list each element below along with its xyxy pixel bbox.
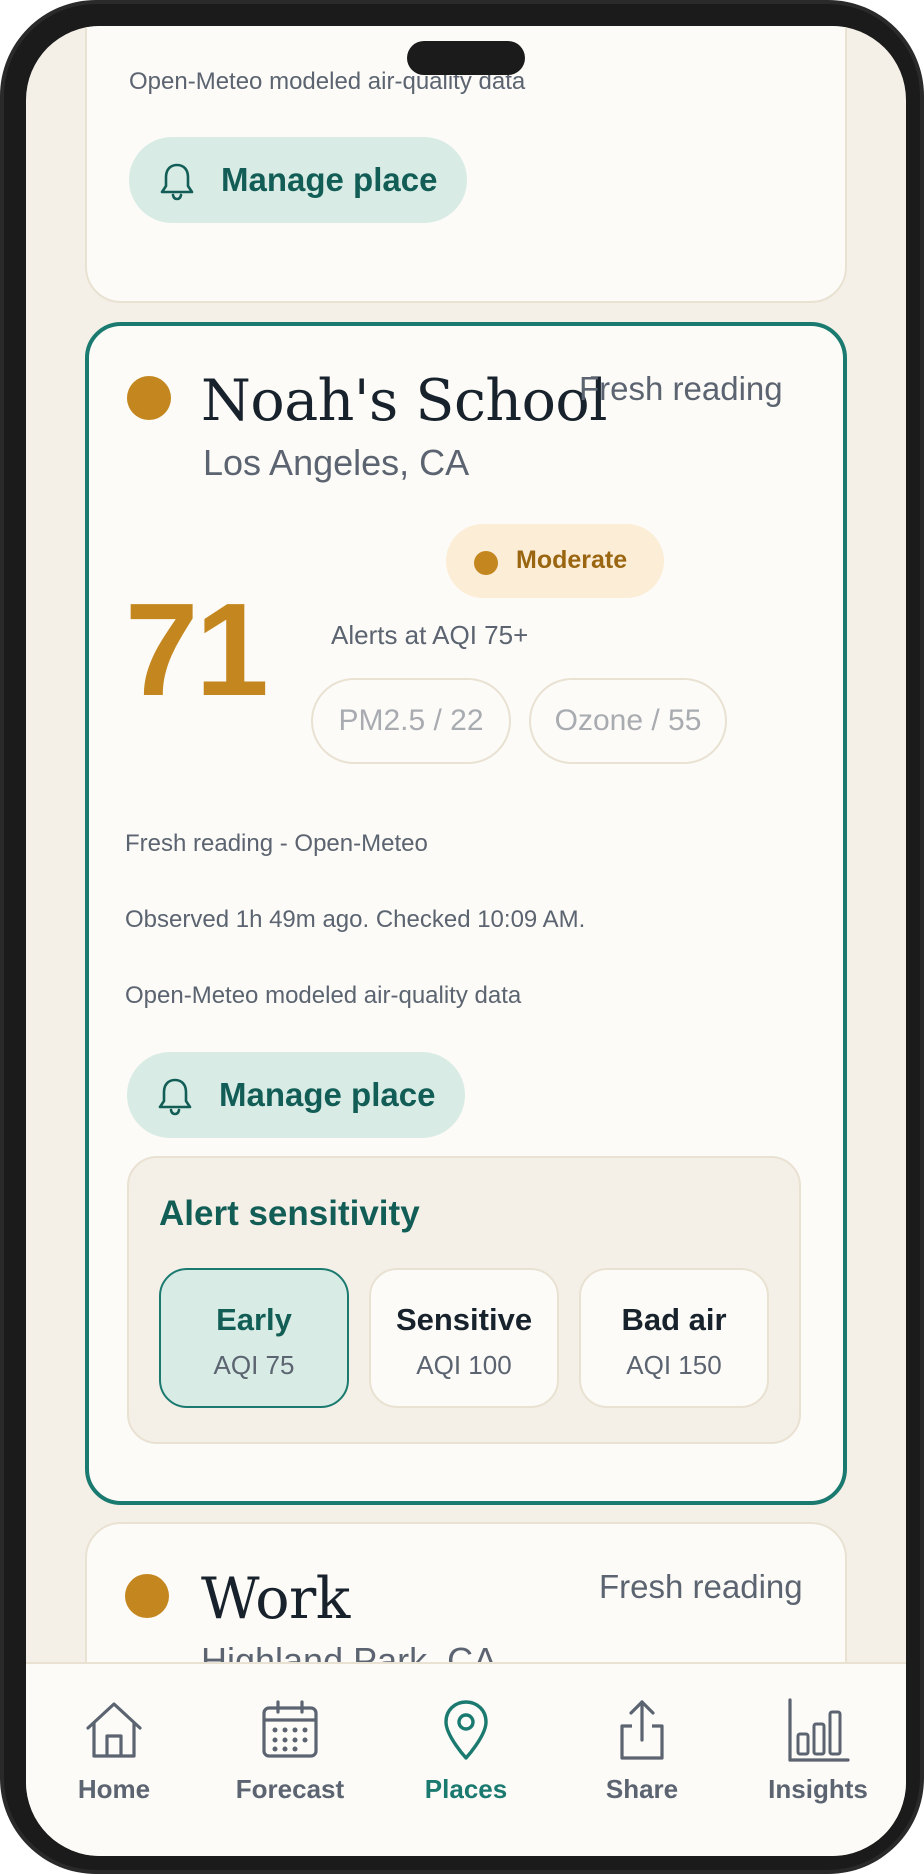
alert-sensitivity-panel: Alert sensitivity Early AQI 75 Sensitive… [127, 1156, 801, 1444]
manage-place-button[interactable]: Manage place [127, 1052, 465, 1138]
sensitivity-option-sensitive[interactable]: Sensitive AQI 100 [369, 1268, 559, 1408]
manage-place-button[interactable]: Manage place [129, 137, 467, 223]
alert-threshold: Alerts at AQI 75+ [331, 620, 529, 650]
home-icon [86, 1702, 142, 1758]
sensitivity-option-early[interactable]: Early AQI 75 [159, 1268, 349, 1408]
aqi-level-label: Moderate [516, 546, 628, 574]
place-name: Work [201, 1566, 350, 1632]
level-dot [474, 551, 498, 575]
nav-label: Places [424, 1774, 508, 1804]
calendar-icon [262, 1700, 318, 1758]
nav-label: Home [77, 1774, 151, 1804]
nav-label: Share [605, 1774, 679, 1804]
option-threshold: AQI 150 [626, 1350, 722, 1380]
nav-forecast[interactable]: Forecast [202, 1664, 378, 1856]
place-card-noahs-school[interactable]: Noah's School Los Angeles, CA Fresh read… [85, 322, 847, 1505]
place-name: Noah's School [201, 368, 607, 434]
observed-time: Observed 1h 49m ago. Checked 10:09 AM. [125, 906, 586, 933]
data-source-note: Open-Meteo modeled air-quality data [125, 982, 522, 1009]
app-screen: Open-Meteo modeled air-quality data Mana… [26, 26, 906, 1856]
nav-insights[interactable]: Insights [730, 1664, 906, 1856]
reading-source: Fresh reading - Open-Meteo [125, 830, 428, 857]
place-location: Los Angeles, CA [203, 442, 470, 483]
phone-bezel: Open-Meteo modeled air-quality data Mana… [4, 4, 920, 1870]
aqi-status-dot [125, 1574, 169, 1618]
option-label: Sensitive [395, 1302, 533, 1337]
pollutant-chip-ozone: Ozone / 55 [529, 678, 727, 764]
nav-share[interactable]: Share [554, 1664, 730, 1856]
sensitivity-option-bad-air[interactable]: Bad air AQI 150 [579, 1268, 769, 1408]
aqi-level-badge: Moderate [446, 524, 664, 598]
share-icon [620, 1700, 664, 1760]
bell-icon [160, 163, 194, 201]
nav-label: Forecast [235, 1774, 345, 1804]
reading-status: Fresh reading [599, 1568, 803, 1605]
aqi-status-dot [127, 376, 171, 420]
aqi-value: 71 [125, 576, 269, 723]
nav-places[interactable]: Places [378, 1664, 554, 1856]
bell-icon [158, 1078, 192, 1116]
bar-chart-icon [788, 1698, 850, 1762]
nav-label: Insights [768, 1774, 868, 1804]
alert-sensitivity-title: Alert sensitivity [159, 1194, 420, 1233]
map-pin-icon [444, 1700, 488, 1760]
option-label: Bad air [621, 1302, 727, 1337]
option-label: Early [216, 1302, 292, 1337]
phone-frame: Open-Meteo modeled air-quality data Mana… [0, 0, 924, 1874]
nav-home[interactable]: Home [26, 1664, 202, 1856]
reading-status: Fresh reading [579, 370, 783, 407]
option-threshold: AQI 75 [213, 1350, 295, 1380]
manage-place-label: Manage place [219, 1076, 436, 1113]
bottom-nav: Home Forecast Places Share Insights [26, 1662, 906, 1856]
pollutant-chip-pm25: PM2.5 / 22 [311, 678, 511, 764]
manage-place-label: Manage place [221, 161, 438, 198]
camera-notch [407, 41, 525, 75]
option-threshold: AQI 100 [416, 1350, 512, 1380]
